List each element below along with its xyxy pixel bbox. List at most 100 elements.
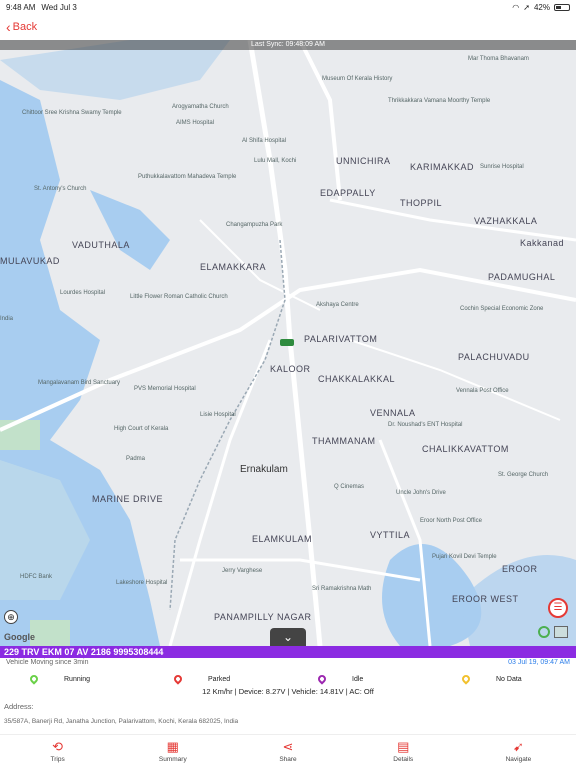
location-icon: ➚ (523, 2, 530, 12)
area-label: Ernakulam (240, 464, 288, 475)
place-label: Akshaya Centre (316, 302, 359, 308)
place-label: Changampuzha Park (226, 222, 283, 228)
idle-pin-icon (316, 673, 328, 685)
legend-label: Running (64, 675, 91, 683)
battery-icon (554, 3, 570, 11)
vehicle-stats: 12 Km/hr | Device: 8.27V | Vehicle: 14.8… (202, 687, 374, 696)
place-label: Lisie Hospital (200, 412, 236, 418)
place-label: Mar Thoma Bhavanam (468, 56, 529, 62)
legend-no-data: No Data (432, 672, 576, 686)
vehicle-status-row: Vehicle Moving since 3min 03 Jul 19, 09:… (0, 659, 576, 671)
place-label: AIMS Hospital (176, 120, 215, 126)
map-type-icon[interactable] (538, 626, 550, 638)
area-label: ELAMKULAM (252, 534, 313, 544)
area-label: VYTTILA (370, 530, 411, 540)
area-label: PADAMUGHAL (488, 272, 556, 282)
place-label: St. Antony's Church (34, 186, 87, 192)
area-label: EROOR (502, 564, 538, 574)
status-bar: 9:48 AM Wed Jul 3 ◠ ➚ 42% (0, 0, 576, 14)
tab-label: Details (393, 756, 414, 763)
my-location-icon[interactable]: ⊕ (4, 610, 18, 624)
place-label: Lakeshore Hospital (116, 580, 168, 586)
place-label: Arogyamatha Church (172, 104, 229, 110)
document-icon: ▤ (397, 739, 410, 754)
tab-trips[interactable]: ⟲ Trips (0, 735, 115, 768)
place-label: Sunrise Hospital (480, 164, 524, 170)
place-label: Puthukkalavattom Mahadeva Temple (138, 174, 237, 180)
no-data-pin-icon (460, 673, 472, 685)
place-label: Uncle John's Drive (396, 490, 446, 496)
vehicle-timestamp: 03 Jul 19, 09:47 AM (508, 659, 570, 666)
back-button[interactable]: ‹ Back (6, 19, 37, 35)
legend-running: Running (0, 672, 144, 686)
wifi-icon: ◠ (512, 2, 520, 12)
area-label: PALARIVATTOM (304, 334, 378, 344)
place-label: Little Flower Roman Catholic Church (130, 294, 228, 300)
tab-navigate[interactable]: ➹ Navigate (461, 735, 576, 768)
area-label: MULAVUKAD (0, 256, 60, 266)
battery-percent: 42% (533, 2, 550, 12)
place-label: India (0, 316, 14, 322)
tab-summary[interactable]: ▦ Summary (115, 735, 230, 768)
vehicle-status-text: Vehicle Moving since 3min (6, 659, 89, 666)
place-label: High Court of Kerala (114, 426, 169, 432)
trips-icon: ⟲ (52, 739, 64, 754)
place-label: Padma (126, 456, 146, 462)
area-label: UNNICHIRA (336, 156, 391, 166)
legend-idle: Idle (288, 672, 432, 686)
google-logo: Google (4, 632, 35, 642)
place-label: Cochin Special Economic Zone (460, 306, 544, 312)
place-label: Pujari Kovil Devi Temple (432, 554, 497, 560)
tab-label: Trips (50, 756, 65, 763)
area-label: EROOR WEST (452, 594, 519, 604)
place-label: Dr. Noushad's ENT Hospital (388, 422, 463, 428)
area-label: CHALIKKAVATTOM (422, 444, 509, 454)
status-time: 9:48 AM (6, 2, 36, 12)
place-label: PVS Memorial Hospital (134, 386, 196, 392)
area-label: PANAMPILLY NAGAR (214, 612, 312, 622)
share-icon: ⋖ (282, 739, 294, 754)
place-label: Lourdes Hospital (60, 290, 106, 296)
tab-details[interactable]: ▤ Details (346, 735, 461, 768)
legend-label: No Data (496, 675, 522, 683)
legend-parked: Parked (144, 672, 288, 686)
tab-label: Summary (158, 756, 187, 763)
place-label: St. George Church (498, 472, 549, 478)
place-label: Al Shifa Hospital (242, 138, 287, 144)
tab-label: Navigate (505, 756, 532, 763)
area-label: THOPPIL (400, 198, 443, 208)
chevron-left-icon: ‹ (6, 19, 11, 35)
place-label: HDFC Bank (20, 574, 53, 580)
area-label: VENNALA (370, 408, 416, 418)
map-layers-icon[interactable] (554, 626, 568, 638)
calendar-icon: ▦ (166, 739, 179, 754)
place-label: Q Cinemas (334, 484, 365, 490)
status-legend: Running Parked Idle No Data (0, 672, 576, 686)
area-label: Kakkanad (520, 238, 565, 248)
area-label: KALOOR (270, 364, 311, 374)
back-label: Back (12, 21, 38, 33)
area-label: KARIMAKKAD (410, 162, 475, 172)
tab-share[interactable]: ⋖ Share (230, 735, 345, 768)
place-label: Thrikkakkara Vamana Moorthy Temple (388, 98, 491, 104)
chat-icon[interactable]: ☰ (548, 598, 568, 618)
legend-label: Parked (208, 675, 231, 683)
area-label: VAZHAKKALA (474, 216, 538, 226)
collapse-panel-button[interactable]: ⌄ (270, 628, 306, 646)
place-label: Eroor North Post Office (420, 518, 482, 524)
area-label: ELAMAKKARA (200, 262, 267, 272)
map-view[interactable]: Last Sync: 09:48:09 AM VADUTHALA ELAMAKK… (0, 40, 576, 646)
vehicle-title: 229 TRV EKM 07 AV 2186 9995308444 (0, 646, 576, 658)
place-label: Vennala Post Office (456, 388, 509, 394)
legend-label: Idle (352, 675, 364, 683)
place-label: Mangalavanam Bird Sanctuary (38, 380, 121, 386)
area-label: PALACHUVADU (458, 352, 530, 362)
chevron-down-icon: ⌄ (282, 630, 294, 644)
last-sync-banner: Last Sync: 09:48:09 AM (0, 40, 576, 50)
address-label: Address: (4, 702, 34, 711)
area-label: CHAKKALAKKAL (318, 374, 396, 384)
place-label: Lulu Mall, Kochi (254, 158, 297, 164)
running-pin-icon (28, 673, 40, 685)
status-date: Wed Jul 3 (41, 2, 77, 12)
place-label: Sri Ramakrishna Math (312, 586, 372, 592)
